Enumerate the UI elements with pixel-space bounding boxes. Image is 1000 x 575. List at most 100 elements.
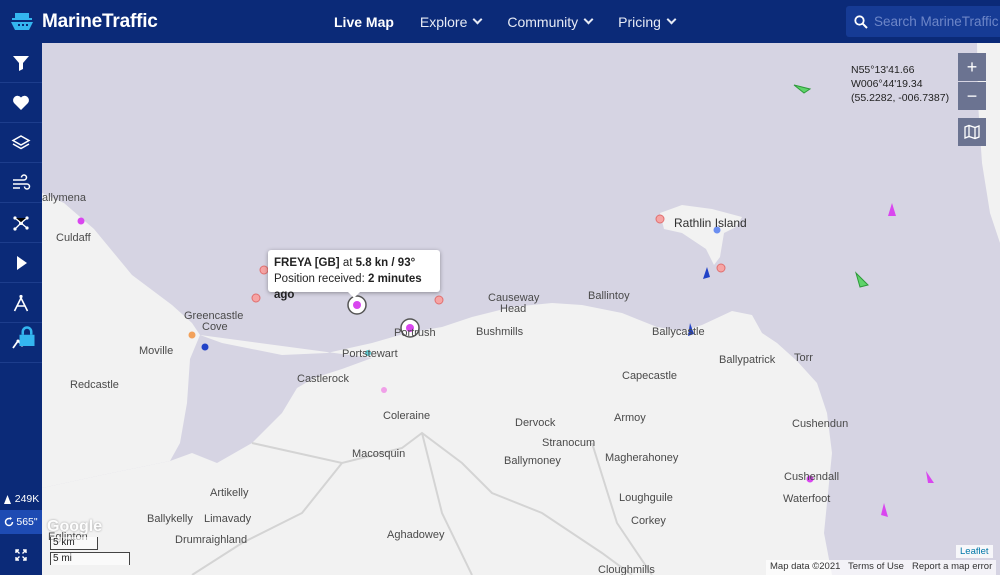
refresh-icon	[5, 517, 14, 527]
compass-icon	[13, 294, 29, 311]
nav-explore-label: Explore	[419, 13, 468, 30]
map-scale: 5 km 5 mi	[50, 537, 130, 565]
nav-live-map[interactable]: Live Map	[334, 14, 394, 30]
nav-community[interactable]: Community	[507, 13, 594, 30]
vessel-count: 249K	[0, 493, 42, 505]
vessel-marker[interactable]	[188, 331, 196, 339]
nav-pricing-label: Pricing	[618, 13, 661, 30]
vessel-marker[interactable]	[434, 295, 444, 305]
heart-icon	[13, 95, 29, 110]
logo[interactable]: MarineTraffic	[0, 0, 158, 43]
chevron-down-icon	[583, 14, 594, 25]
routes-button[interactable]	[0, 203, 42, 243]
scale-km: 5 km	[50, 537, 98, 550]
tooltip-speed-course: 5.8 kn / 93°	[355, 257, 416, 269]
place-label: Magherahoney	[605, 452, 679, 464]
place-label: Ballycastle	[652, 326, 705, 338]
map-type-button[interactable]	[958, 118, 986, 146]
place-label: Ballykelly	[147, 513, 193, 525]
place-label: Waterfoot	[783, 493, 831, 505]
coords-decimal: (55.2282, -006.7387)	[851, 92, 950, 104]
filter-icon	[13, 55, 29, 71]
google-logo: Google	[47, 518, 103, 535]
place-label: Torr	[794, 352, 813, 364]
refresh-seconds-label: 565"	[16, 516, 38, 528]
nav-explore[interactable]: Explore	[419, 13, 483, 30]
place-label: Cushendun	[792, 418, 849, 430]
network-icon	[13, 215, 29, 231]
search-box	[846, 6, 1000, 37]
place-label: Ballintoy	[588, 290, 630, 302]
left-toolbar: 249K 565"	[0, 43, 42, 575]
play-icon	[17, 255, 27, 270]
latitude-dms: N55°13'41.66	[851, 64, 915, 76]
place-label: Aghadowey	[387, 529, 445, 541]
terms-link[interactable]: Terms of Use	[844, 560, 908, 575]
place-label: Head	[500, 303, 527, 315]
place-label: Cloughmills	[598, 564, 655, 575]
layers-icon	[11, 134, 31, 149]
place-label: Castlerock	[297, 373, 349, 385]
search-icon[interactable]	[854, 14, 868, 29]
place-label: Ballypatrick	[719, 354, 776, 366]
top-navbar: MarineTraffic Live Map Explore Community…	[0, 0, 1000, 43]
vessel-marker[interactable]	[251, 293, 261, 303]
place-label: Artikelly	[210, 487, 249, 499]
zoom-in-button[interactable]: +	[958, 53, 986, 81]
place-label: Redcastle	[70, 379, 119, 391]
chevron-down-icon	[666, 14, 677, 25]
vessel-marker[interactable]	[716, 263, 726, 273]
vessel-marker[interactable]	[655, 214, 665, 224]
tooltip-at: at	[342, 257, 353, 269]
place-label: Ballymoney	[504, 455, 561, 467]
place-label: Loughguile	[619, 492, 673, 504]
layers-button[interactable]	[0, 123, 42, 163]
map-data-attribution: Map data ©2021	[766, 560, 845, 575]
filter-button[interactable]	[0, 43, 42, 83]
place-label: Culdaff	[56, 232, 91, 244]
vessel-marker[interactable]	[201, 343, 209, 351]
chevron-down-icon	[472, 14, 483, 25]
favorites-button[interactable]	[0, 83, 42, 123]
nav-pricing[interactable]: Pricing	[618, 13, 677, 30]
place-label: Portstewart	[342, 348, 398, 360]
coordinates-readout: N55°13'41.66 W006°44'19.34 (55.2282, -00…	[851, 63, 949, 105]
place-label: allymena	[42, 192, 87, 204]
place-label: Coleraine	[383, 410, 431, 422]
search-input[interactable]	[874, 14, 999, 29]
vessel-marker[interactable]	[381, 387, 387, 393]
longitude-dms: W006°44'19.34	[851, 78, 923, 90]
vessel-count-label: 249K	[14, 493, 40, 505]
place-label: Moville	[139, 345, 174, 357]
refresh-timer[interactable]: 565"	[0, 510, 42, 534]
leaflet-link[interactable]: Leaflet	[956, 545, 993, 558]
report-map-error-link[interactable]: Report a map error	[908, 560, 997, 575]
main-nav: Live Map Explore Community Pricing	[334, 0, 701, 43]
place-label: Armoy	[614, 412, 646, 424]
vessel-marker[interactable]	[77, 217, 85, 225]
vessel-marker[interactable]	[259, 265, 269, 275]
measure-button[interactable]	[0, 283, 42, 323]
app-title: MarineTraffic	[42, 10, 158, 32]
place-label: Rathlin Island	[674, 216, 747, 230]
place-label: Dervock	[515, 417, 556, 429]
wind-icon	[13, 173, 31, 190]
map-icon	[964, 124, 980, 140]
nav-live-map-label: Live Map	[334, 13, 394, 30]
fullscreen-button[interactable]	[0, 543, 42, 567]
playback-button[interactable]	[0, 243, 42, 283]
analytics-button[interactable]	[0, 323, 42, 363]
place-label: Cove	[202, 321, 228, 333]
weather-button[interactable]	[0, 163, 42, 203]
vessel-tooltip: FREYA [GB] at 5.8 kn / 93° Position rece…	[268, 250, 440, 301]
ship-logo-icon	[11, 12, 33, 30]
zoom-out-button[interactable]: −	[958, 82, 986, 110]
boat-icon	[3, 494, 11, 504]
place-label: Drumraighland	[175, 534, 248, 546]
map-canvas[interactable]: allymena Culdaff Greencastle Cove Movill…	[42, 43, 1000, 575]
place-label: Corkey	[631, 515, 666, 527]
lock-icon	[19, 326, 35, 346]
tooltip-vessel-name: FREYA [GB]	[274, 257, 340, 269]
scale-mi: 5 mi	[50, 552, 130, 565]
nav-community-label: Community	[507, 13, 579, 30]
